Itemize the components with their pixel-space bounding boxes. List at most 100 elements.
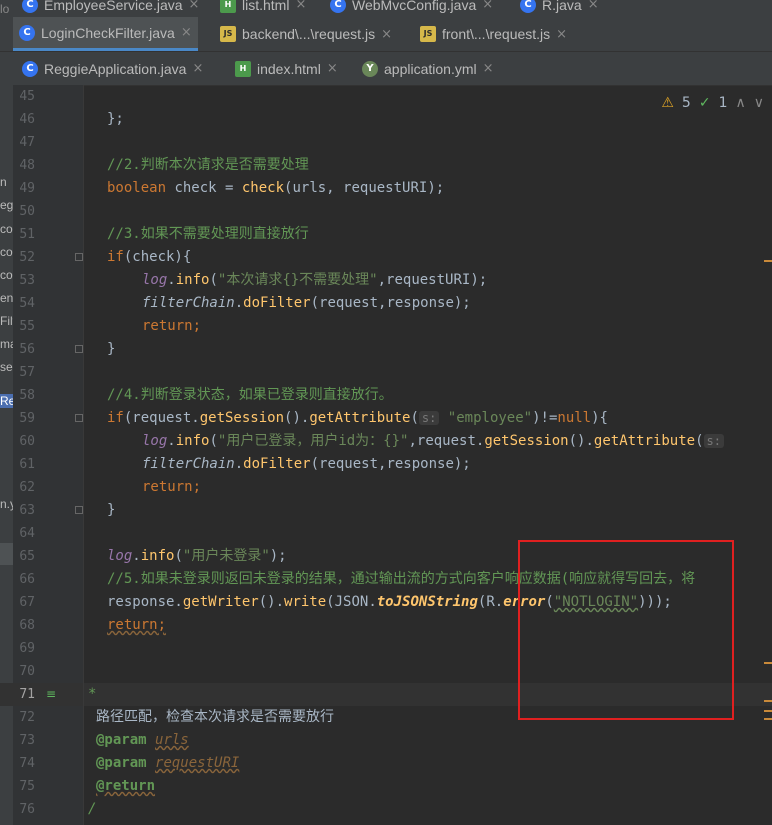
line-number: 64 xyxy=(19,526,35,541)
fold-marker-icon[interactable] xyxy=(75,414,83,422)
tab-webmvcconfig[interactable]: C WebMvcConfig.java × xyxy=(330,0,493,17)
tab-application-yml[interactable]: Y application.yml × xyxy=(362,52,494,85)
code-text: filterChain.doFilter(request,response); xyxy=(142,456,471,472)
java-class-icon: C xyxy=(19,24,35,41)
error-stripe-mark[interactable] xyxy=(764,710,772,712)
line-number: 59 xyxy=(19,411,35,426)
tab-label: index.html xyxy=(257,60,321,77)
line-number: 70 xyxy=(19,664,35,679)
error-stripe-mark[interactable] xyxy=(764,662,772,664)
annotation-highlight-box xyxy=(518,540,734,720)
code-text: return; xyxy=(142,479,202,495)
comment: //4.判断登录状态，如果已登录则直接放行。 xyxy=(107,387,393,403)
line-number: 53 xyxy=(19,273,35,288)
line-number: 76 xyxy=(19,802,35,817)
close-icon[interactable]: × xyxy=(327,61,338,76)
javadoc-text: @return xyxy=(96,778,156,794)
code-line: 51 //3.如果不需要处理则直接放行 xyxy=(0,223,772,246)
tab-label: list.html xyxy=(242,0,290,13)
javadoc-render-icon[interactable]: ≡ xyxy=(46,683,56,706)
java-class-icon: C xyxy=(330,0,346,13)
line-number: 67 xyxy=(19,595,35,610)
close-icon[interactable]: × xyxy=(189,0,200,12)
javadoc-text: @param urls xyxy=(96,732,189,748)
js-file-icon: JS xyxy=(220,26,236,42)
close-icon[interactable]: × xyxy=(588,0,599,12)
tab-index-html[interactable]: H index.html × xyxy=(235,52,338,85)
tab-label: WebMvcConfig.java xyxy=(352,0,477,13)
line-number: 62 xyxy=(19,480,35,495)
tab-row-bottom: C ReggieApplication.java × H index.html … xyxy=(0,52,772,86)
tab-login-check-filter[interactable]: C LoginCheckFilter.java × xyxy=(13,17,198,51)
tab-backend-request-js[interactable]: JS backend\...\request.js × xyxy=(220,17,392,51)
close-icon[interactable]: × xyxy=(192,61,203,76)
line-number: 58 xyxy=(19,388,35,403)
code-line: 61 filterChain.doFilter(request,response… xyxy=(0,453,772,476)
tab-r-java[interactable]: C R.java × xyxy=(520,0,599,17)
line-number: 47 xyxy=(19,135,35,150)
tab-reggie-application[interactable]: C ReggieApplication.java × xyxy=(22,52,203,85)
line-number: 51 xyxy=(19,227,35,242)
code-text: boolean check = check(urls, requestURI); xyxy=(107,180,445,196)
comment: //3.如果不需要处理则直接放行 xyxy=(107,226,309,242)
code-line: 58 //4.判断登录状态，如果已登录则直接放行。 xyxy=(0,384,772,407)
js-file-icon: JS xyxy=(420,26,436,42)
code-line: 49 boolean check = check(urls, requestUR… xyxy=(0,177,772,200)
line-number: 56 xyxy=(19,342,35,357)
code-line: 55 return; xyxy=(0,315,772,338)
close-icon[interactable]: × xyxy=(295,0,306,12)
close-icon[interactable]: × xyxy=(483,61,494,76)
code-text: return; xyxy=(142,318,202,334)
line-number: 69 xyxy=(19,641,35,656)
code-line: 48 //2.判断本次请求是否需要处理 xyxy=(0,154,772,177)
comment: //2.判断本次请求是否需要处理 xyxy=(107,157,309,173)
tab-employee-service[interactable]: C EmployeeService.java × xyxy=(22,0,199,17)
tab-label: LoginCheckFilter.java xyxy=(41,24,175,41)
line-number: 72 xyxy=(19,710,35,725)
error-stripe-mark[interactable] xyxy=(764,718,772,720)
tab-label: EmployeeService.java xyxy=(44,0,183,13)
tab-front-request-js[interactable]: JS front\...\request.js × xyxy=(420,17,567,51)
yml-file-icon: Y xyxy=(362,60,378,77)
parameter-hint: s: xyxy=(703,434,724,448)
line-number: 45 xyxy=(19,89,35,104)
tab-label: front\...\request.js xyxy=(442,26,551,42)
java-class-icon: C xyxy=(520,0,536,13)
code-line: 73 @param urls xyxy=(0,729,772,752)
line-number: 66 xyxy=(19,572,35,587)
line-number: 60 xyxy=(19,434,35,449)
code-text: return; xyxy=(107,617,167,633)
error-stripe-mark[interactable] xyxy=(764,260,772,262)
code-text: filterChain.doFilter(request,response); xyxy=(142,295,471,311)
code-line: 75 @return xyxy=(0,775,772,798)
tab-row-top: C EmployeeService.java × H list.html × C… xyxy=(0,0,772,18)
close-icon[interactable]: × xyxy=(381,27,392,42)
tree-fragment: lo xyxy=(0,2,10,16)
code-text: if(request.getSession().getAttribute(s: … xyxy=(107,410,608,426)
fold-marker-icon[interactable] xyxy=(75,253,83,261)
close-icon[interactable]: × xyxy=(556,27,567,42)
tab-list-html[interactable]: H list.html × xyxy=(220,0,306,17)
error-stripe-mark[interactable] xyxy=(764,700,772,702)
tab-label: application.yml xyxy=(384,60,477,77)
fold-marker-icon[interactable] xyxy=(75,345,83,353)
tab-row-middle: C LoginCheckFilter.java × JS backend\...… xyxy=(0,17,772,52)
fold-marker-icon[interactable] xyxy=(75,506,83,514)
code-line: 60 log.info("用户已登录，用户id为：{}",request.get… xyxy=(0,430,772,453)
html-file-icon: H xyxy=(220,0,236,13)
tab-label: R.java xyxy=(542,0,582,13)
close-icon[interactable]: × xyxy=(482,0,493,12)
code-line: 59 if(request.getSession().getAttribute(… xyxy=(0,407,772,430)
code-text: log.info("用户已登录，用户id为：{}",request.getSes… xyxy=(142,430,724,453)
code-text: / xyxy=(88,801,97,817)
gutter-divider xyxy=(83,85,84,825)
code-text: if(check){ xyxy=(107,249,192,265)
line-number: 68 xyxy=(19,618,35,633)
java-class-icon: C xyxy=(22,0,38,13)
close-icon[interactable]: × xyxy=(181,25,192,40)
line-number: 74 xyxy=(19,756,35,771)
code-text: log.info("用户未登录"); xyxy=(107,548,287,564)
line-number: 75 xyxy=(19,779,35,794)
javadoc-text: @param requestURI xyxy=(96,755,240,771)
code-line: 74 @param requestURI xyxy=(0,752,772,775)
